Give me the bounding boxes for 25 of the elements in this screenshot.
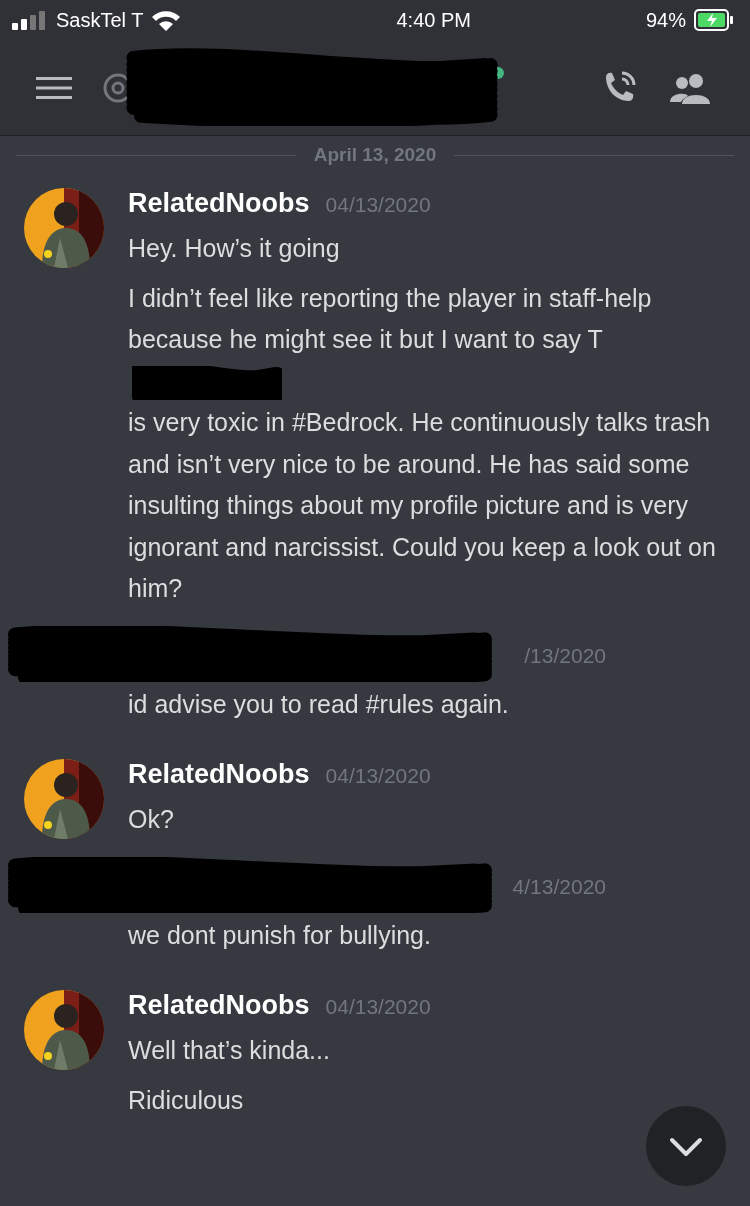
timestamp: 04/13/2020 bbox=[325, 764, 431, 788]
wifi-icon bbox=[151, 9, 182, 31]
author-name[interactable]: RelatedNoobs bbox=[128, 990, 310, 1021]
timestamp: 04/13/2020 bbox=[325, 193, 431, 217]
carrier-name: SaskTel T bbox=[56, 8, 144, 32]
battery-icon bbox=[694, 9, 734, 31]
author-name[interactable]: RelatedNoobs bbox=[128, 188, 310, 219]
clock-time: 4:40 PM bbox=[396, 8, 471, 32]
timestamp: /13/2020 bbox=[524, 643, 606, 668]
message-text: Well that’s kinda... bbox=[128, 1036, 330, 1064]
message-text: Hey. How’s it going bbox=[128, 234, 340, 262]
battery-percent: 94% bbox=[645, 8, 686, 32]
timestamp: 04/13/2020 bbox=[325, 995, 431, 1019]
message-text: is very toxic in #Bedrock. He continuously talks trash and isn’t very nice to be around. He has said some insulting things about my profile picture and is very ignorant and narcissist. Could you keep a look out on him? bbox=[128, 407, 717, 604]
message-text: id advise you to read #rules again. bbox=[128, 689, 509, 718]
menu-icon[interactable] bbox=[36, 75, 72, 100]
message-text: Ok? bbox=[128, 805, 174, 833]
date-divider: April 13, 2020 bbox=[313, 144, 437, 166]
message-text: Ridiculous bbox=[128, 1085, 244, 1114]
author-name[interactable]: RelatedNoobs bbox=[128, 759, 310, 790]
message-text: we dont punish for bullying. bbox=[128, 920, 431, 949]
scroll-down-button[interactable] bbox=[646, 1106, 726, 1186]
signal-icon bbox=[12, 10, 48, 30]
timestamp: 4/13/2020 bbox=[512, 874, 606, 899]
message-text: I didn’t feel like reporting the player in staff-help because he might see it but I want to say T bbox=[128, 283, 652, 353]
